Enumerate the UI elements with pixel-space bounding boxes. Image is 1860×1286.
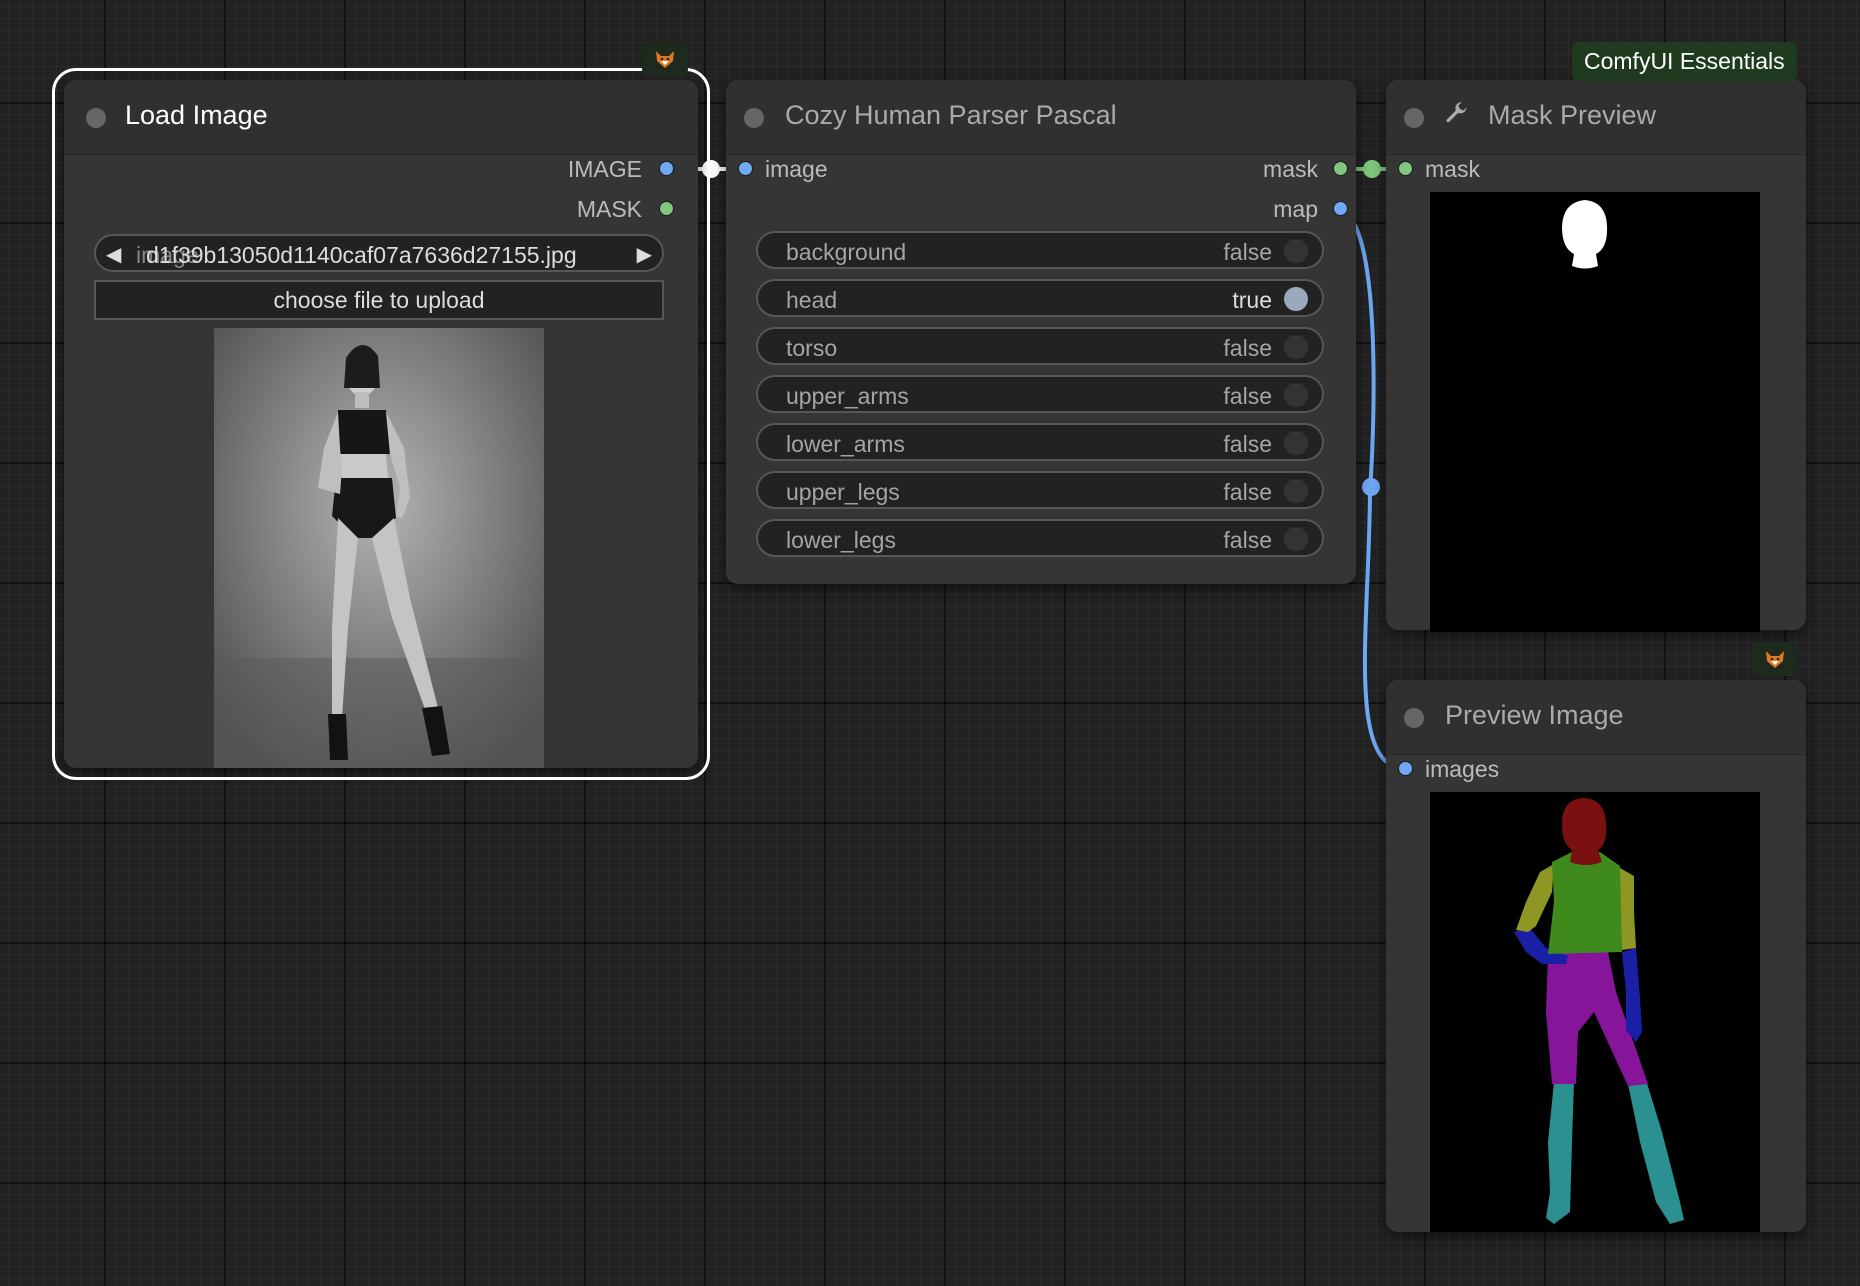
toggle-value: false [1223,431,1272,457]
loaded-image-preview [214,328,544,768]
wire-map-midpoint[interactable] [1362,478,1380,496]
arrow-left-icon[interactable]: ◀ [106,242,121,267]
toggle-lower-arms[interactable]: lower_arms false [756,423,1324,461]
wrench-icon [1443,100,1471,133]
image-combo-widget[interactable]: ◀ image d1f39b13050d1140caf07a7636d27155… [94,234,664,272]
collapse-dot[interactable] [1404,708,1424,728]
output-label-mask: mask [1263,156,1318,182]
toggle-torso[interactable]: torso false [756,327,1324,365]
segmentation-map-image [1430,792,1760,1232]
toggle-knob[interactable] [1284,527,1308,551]
human-parser-node[interactable]: Cozy Human Parser Pascal image mask map … [726,80,1356,584]
fox-icon [642,42,688,76]
toggle-knob[interactable] [1284,431,1308,455]
toggle-background[interactable]: background false [756,231,1324,269]
mask-preview-image [1430,192,1760,632]
toggle-value: false [1223,335,1272,361]
collapse-dot[interactable] [86,108,106,128]
node-header[interactable]: Preview Image [1386,680,1806,755]
input-label-images: images [1425,756,1500,782]
output-label-mask: MASK [576,196,642,222]
load-image-node[interactable]: Load Image IMAGE MASK ◀ image d1f39b1305… [52,68,710,780]
toggle-upper-arms[interactable]: upper_arms false [756,375,1324,413]
wire-image-midpoint[interactable] [702,160,720,178]
toggle-value: false [1223,527,1272,553]
node-header[interactable]: Mask Preview [1386,80,1806,155]
input-label-mask: mask [1425,156,1480,182]
toggle-knob[interactable] [1284,479,1308,503]
input-label-image: image [765,156,828,182]
toggle-value: false [1223,383,1272,409]
wire-mask-midpoint[interactable] [1363,160,1381,178]
output-slot-mask[interactable] [1333,161,1348,176]
toggle-lower-legs[interactable]: lower_legs false [756,519,1324,557]
input-slot-image[interactable] [738,161,753,176]
comfyui-essentials-badge: ComfyUI Essentials [1572,42,1797,81]
toggle-head[interactable]: head true [756,279,1324,317]
node-title: Preview Image [1445,700,1624,730]
toggle-knob[interactable] [1284,383,1308,407]
node-header[interactable]: Cozy Human Parser Pascal [726,80,1356,155]
toggle-label: upper_arms [786,383,909,409]
fox-icon [1752,642,1798,676]
toggle-label: head [786,287,838,313]
node-title: Load Image [125,100,268,130]
toggle-knob[interactable] [1284,287,1308,311]
input-slot-mask[interactable] [1398,161,1413,176]
toggle-value: true [1232,287,1272,313]
toggle-label: torso [786,335,838,361]
input-slot-images[interactable] [1398,761,1413,776]
node-header[interactable]: Load Image [64,80,698,155]
upload-button[interactable]: choose file to upload [94,280,664,320]
output-slot-mask[interactable] [659,201,674,216]
toggle-label: lower_legs [786,527,896,553]
output-slot-image[interactable] [659,161,674,176]
toggle-value: false [1223,479,1272,505]
output-label-map: map [1273,196,1318,222]
output-label-image: IMAGE [567,156,642,182]
collapse-dot[interactable] [1404,108,1424,128]
mask-preview-node[interactable]: Mask Preview mask [1386,80,1806,632]
toggle-knob[interactable] [1284,335,1308,359]
toggle-label: lower_arms [786,431,905,457]
toggle-label: background [786,239,907,265]
toggle-value: false [1223,239,1272,265]
toggle-upper-legs[interactable]: upper_legs false [756,471,1324,509]
preview-image-node[interactable]: Preview Image images [1386,680,1806,1232]
toggle-knob[interactable] [1284,239,1308,263]
arrow-right-icon[interactable]: ▶ [637,242,652,267]
node-title: Mask Preview [1488,100,1657,130]
collapse-dot[interactable] [744,108,764,128]
toggle-label: upper_legs [786,479,900,505]
combo-value: d1f39b13050d1140caf07a7636d27155.jpg [146,242,577,268]
node-title: Cozy Human Parser Pascal [785,100,1117,130]
output-slot-map[interactable] [1333,201,1348,216]
